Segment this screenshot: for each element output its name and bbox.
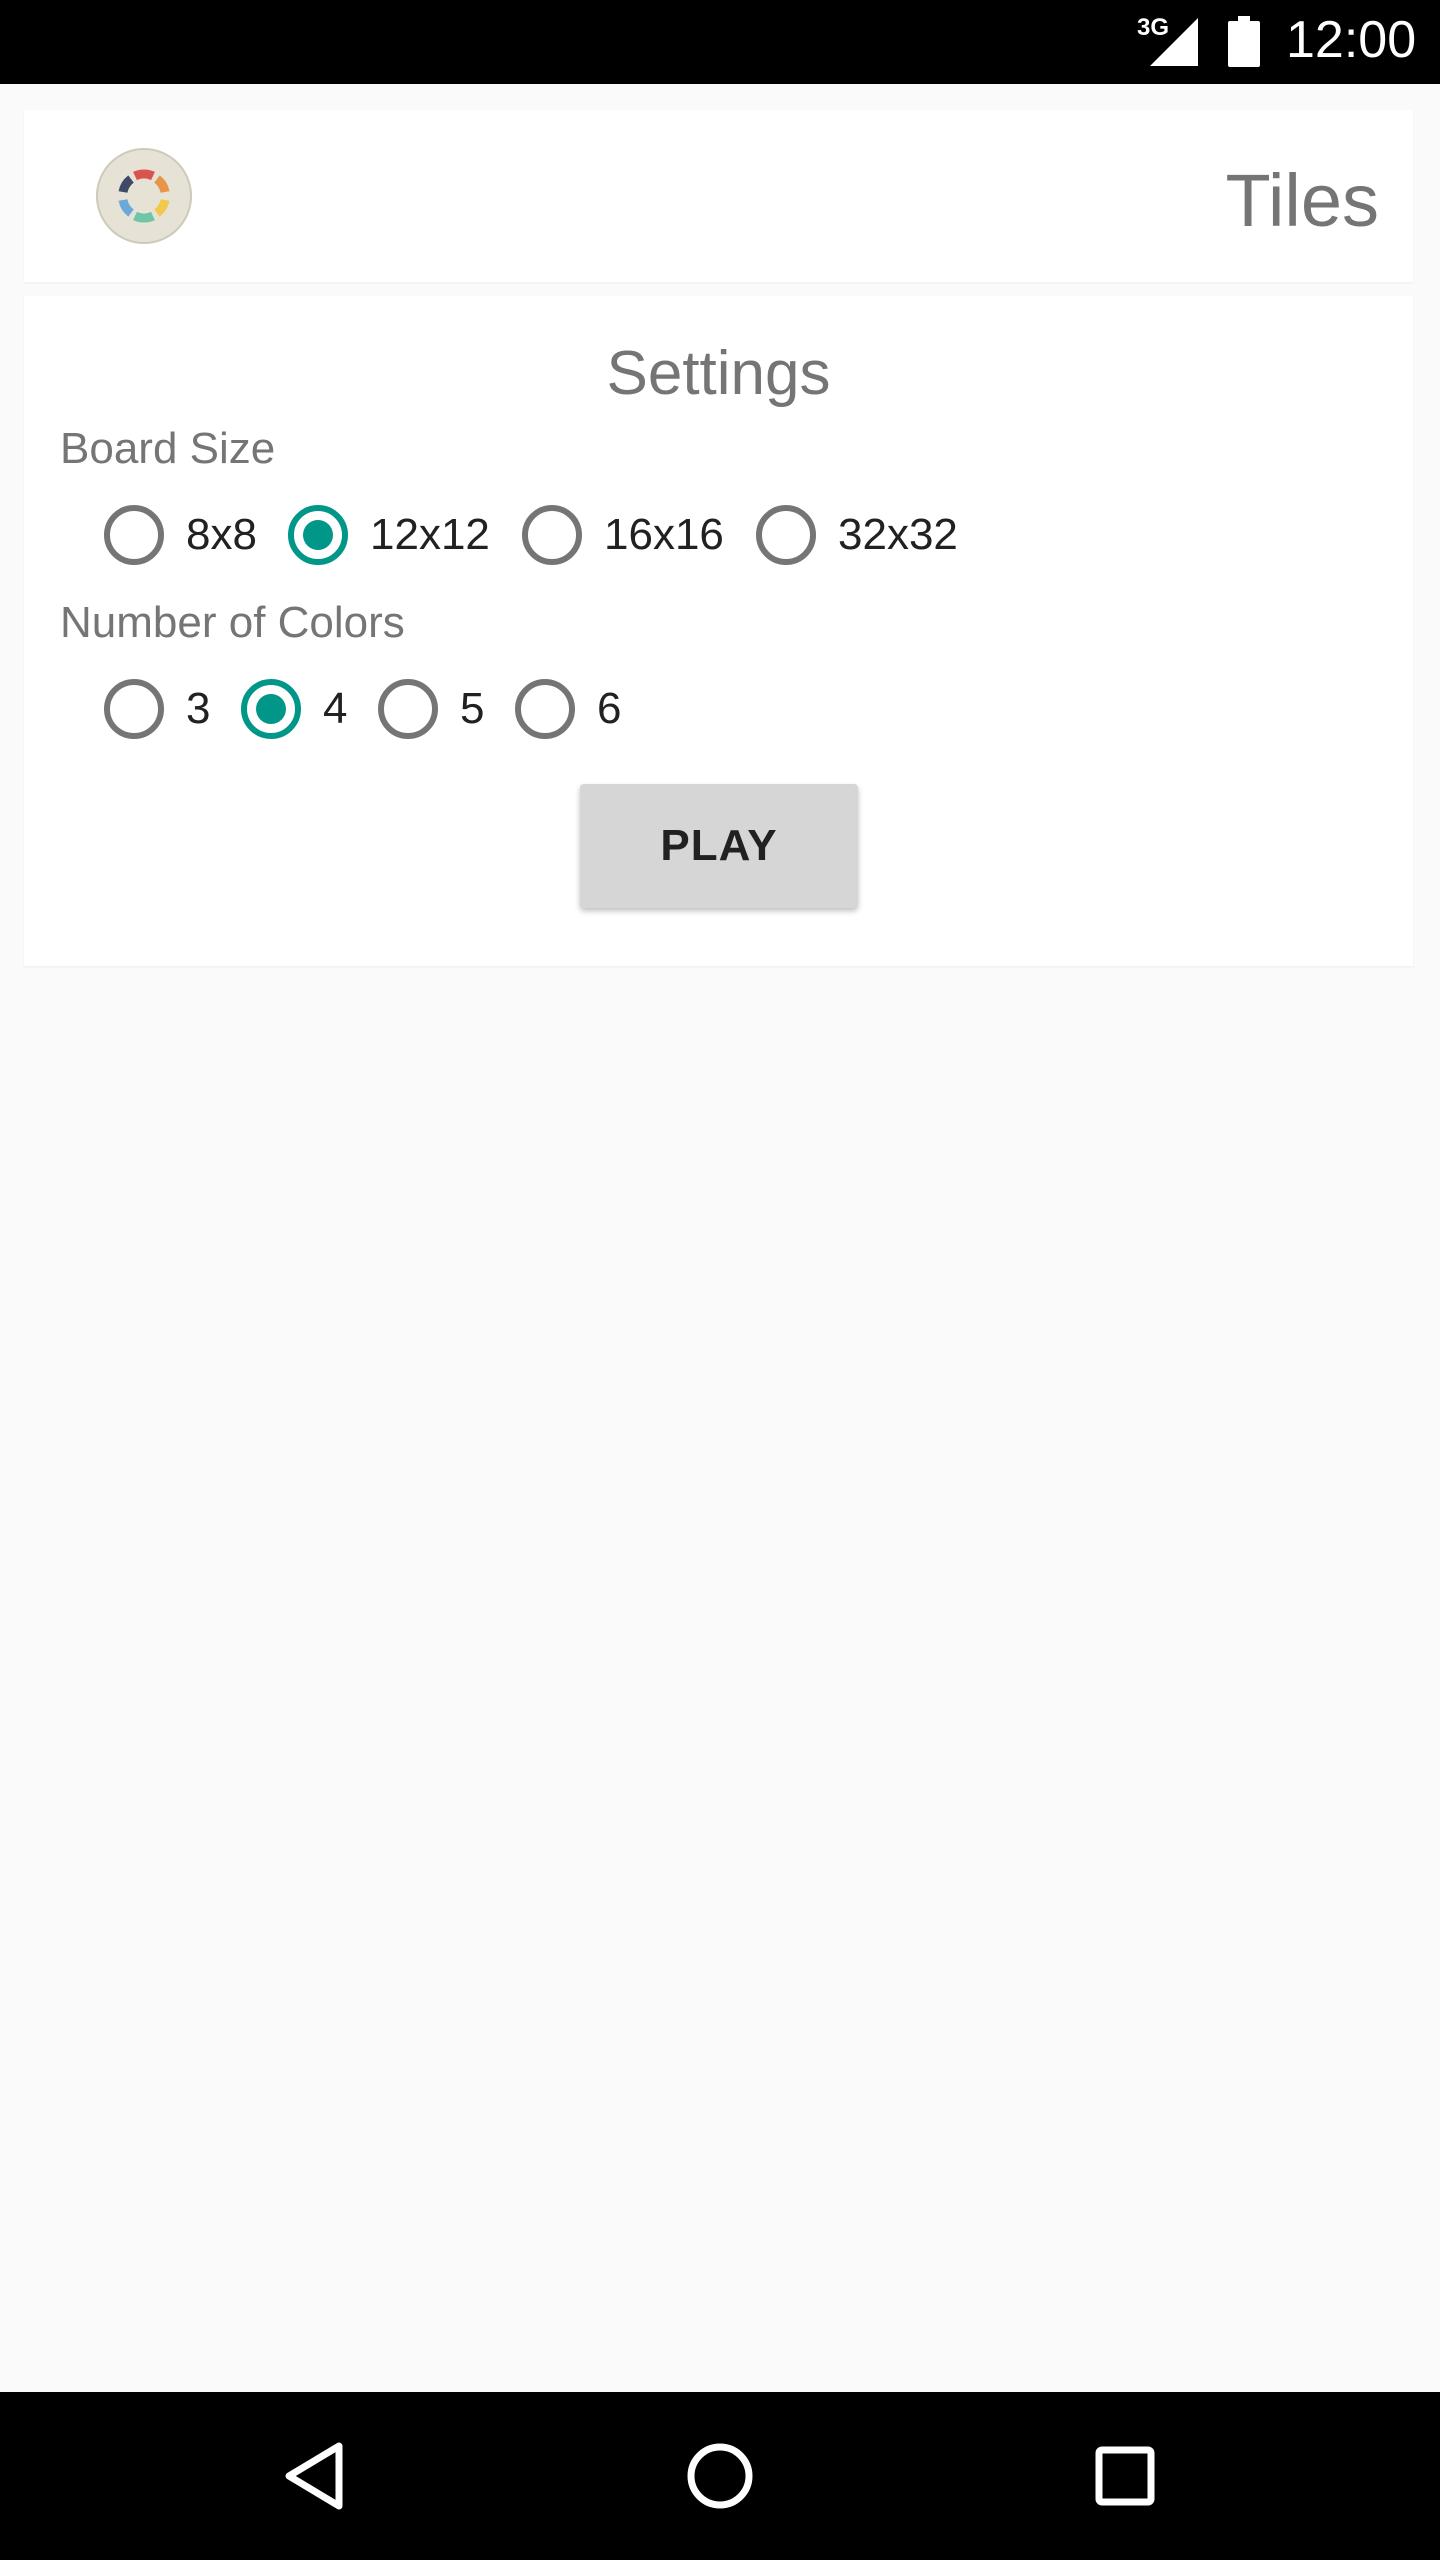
settings-title: Settings — [606, 339, 831, 408]
play-button[interactable]: PLAY — [580, 784, 858, 908]
back-icon[interactable] — [269, 2428, 365, 2524]
radio-board-size-32x32[interactable]: 32x32 — [756, 495, 958, 575]
radio-colors-5[interactable]: 5 — [378, 669, 484, 749]
status-bar: 3G 12:00 — [0, 0, 1440, 84]
radio-button-icon — [515, 679, 575, 739]
board-size-label: Board Size — [60, 424, 276, 473]
radio-button-checked-icon — [288, 505, 348, 565]
radio-colors-6[interactable]: 6 — [515, 669, 621, 749]
radio-button-icon — [378, 679, 438, 739]
tiles-logo-icon — [94, 146, 194, 251]
radio-label: 12x12 — [370, 510, 490, 559]
battery-icon — [1226, 16, 1262, 73]
radio-label: 16x16 — [604, 510, 724, 559]
radio-label: 4 — [323, 684, 348, 733]
home-icon[interactable] — [672, 2428, 768, 2524]
radio-button-checked-icon — [241, 679, 301, 739]
radio-colors-4[interactable]: 4 — [241, 669, 347, 749]
radio-label: 8x8 — [186, 510, 257, 559]
settings-panel: Settings Board Size 8x8 12x12 16x16 32x3… — [24, 296, 1413, 966]
radio-label: 3 — [186, 684, 211, 733]
radio-board-size-16x16[interactable]: 16x16 — [522, 495, 724, 575]
recents-icon[interactable] — [1077, 2428, 1173, 2524]
navigation-bar — [0, 2392, 1440, 2560]
radio-board-size-8x8[interactable]: 8x8 — [104, 495, 257, 575]
radio-board-size-12x12[interactable]: 12x12 — [288, 495, 490, 575]
radio-button-icon — [756, 505, 816, 565]
radio-button-icon — [522, 505, 582, 565]
radio-button-icon — [104, 679, 164, 739]
radio-label: 6 — [597, 684, 622, 733]
radio-button-icon — [104, 505, 164, 565]
number-of-colors-label: Number of Colors — [60, 598, 405, 647]
radio-label: 5 — [460, 684, 485, 733]
radio-colors-3[interactable]: 3 — [104, 669, 210, 749]
clock: 12:00 — [1286, 11, 1417, 69]
signal-icon — [1148, 16, 1200, 73]
app-title: Tiles — [1225, 159, 1380, 242]
radio-label: 32x32 — [838, 510, 958, 559]
app-header: Tiles — [24, 110, 1413, 282]
